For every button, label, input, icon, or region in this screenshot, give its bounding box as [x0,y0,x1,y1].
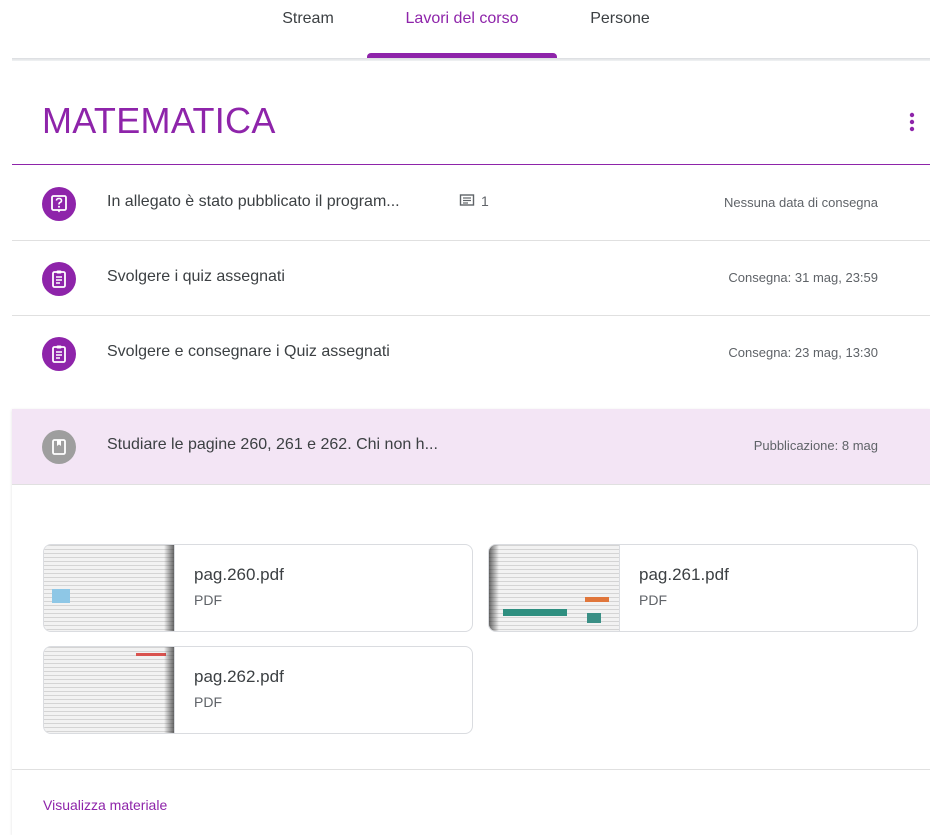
material-icon [42,430,76,464]
material-header[interactable]: Studiare le pagine 260, 261 e 262. Chi n… [12,409,930,485]
item-title: Svolgere i quiz assegnati [107,268,285,285]
classwork-item[interactable]: In allegato è stato pubblicato il progra… [12,166,930,241]
tab-people[interactable]: Persone [578,0,662,58]
topic-divider [12,164,930,165]
material-title: Studiare le pagine 260, 261 e 262. Chi n… [107,436,438,453]
pdf-thumbnail [489,545,620,631]
assignment-icon [42,262,76,296]
tab-classwork[interactable]: Lavori del corso [384,0,540,58]
classwork-item[interactable]: Svolgere i quiz assegnati Consegna: 31 m… [12,241,930,316]
tabs-divider [12,58,930,61]
attachment-type: PDF [194,694,222,710]
attachment-name: pag.260.pdf [194,565,284,584]
classwork-item[interactable]: Svolgere e consegnare i Quiz assegnati C… [12,316,930,391]
item-title: In allegato è stato pubblicato il progra… [107,193,400,210]
item-due-date: Consegna: 23 mag, 13:30 [728,345,878,360]
item-title: Svolgere e consegnare i Quiz assegnati [107,343,390,360]
attachment-card[interactable]: pag.260.pdf PDF [43,544,473,632]
view-material-link[interactable]: Visualizza materiale [43,797,167,813]
comment-icon [459,194,475,206]
material-footer-divider [12,769,930,770]
topic-title: MATEMATICA [42,100,276,141]
comment-count: 1 [459,193,489,209]
question-assignment-icon [42,187,76,221]
item-due-date: Consegna: 31 mag, 23:59 [728,270,878,285]
comment-count-value: 1 [481,193,489,209]
attachment-card[interactable]: pag.261.pdf PDF [488,544,918,632]
pdf-thumbnail [44,647,175,733]
assignment-icon [42,337,76,371]
material-publish-date: Pubblicazione: 8 mag [753,438,878,453]
attachment-name: pag.262.pdf [194,667,284,686]
attachment-card[interactable]: pag.262.pdf PDF [43,646,473,734]
item-due-date: Nessuna data di consegna [724,195,878,210]
tab-stream[interactable]: Stream [272,0,344,58]
more-vert-icon[interactable] [900,110,924,134]
material-card: Studiare le pagine 260, 261 e 262. Chi n… [12,409,930,835]
attachment-type: PDF [194,592,222,608]
pdf-thumbnail [44,545,175,631]
top-tabs: Stream Lavori del corso Persone [0,0,930,58]
attachment-type: PDF [639,592,667,608]
attachment-name: pag.261.pdf [639,565,729,584]
